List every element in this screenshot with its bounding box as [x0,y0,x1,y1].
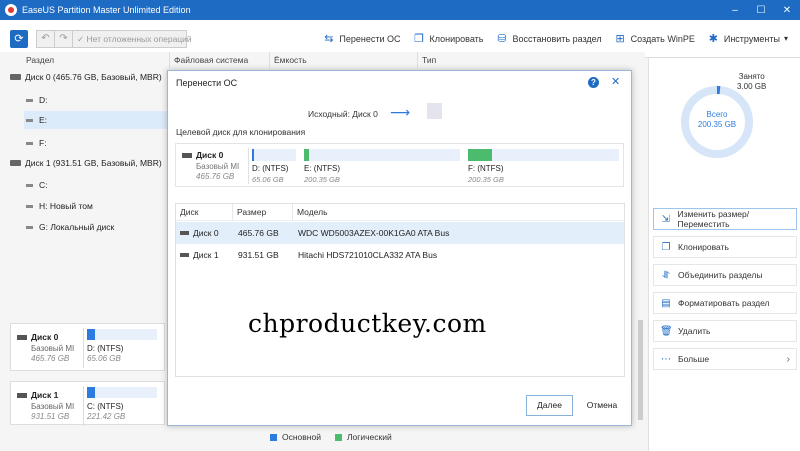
usage-bar [468,149,619,161]
delete-button[interactable]: 🗑 Удалить [653,320,797,342]
column-filesystem[interactable]: Файловая система [170,52,270,68]
partition-icon [26,141,33,145]
window-title: EaseUS Partition Master Unlimited Editio… [22,5,191,15]
legend: Основной Логический [270,432,406,442]
merge-icon: ⥯ [662,269,670,281]
format-icon: ▤ [661,297,671,309]
scrollbar[interactable] [638,320,643,420]
migrate-icon: ⇆ [324,32,334,45]
tree-partition-f[interactable]: F: [26,134,47,152]
partition-icon [26,183,33,187]
clone-partition-button[interactable]: ❐ Клонировать [653,236,797,258]
app-logo-icon [5,4,17,16]
watermark-text: chproductkey.com [248,309,487,338]
tree-partition-e[interactable]: E: [24,111,170,129]
partition-icon [26,225,33,229]
chevron-down-icon: ▾ [783,34,788,43]
undo-redo-group: ↶ ↷ ✓ Нет отложенных операций [36,29,192,48]
partition-icon [26,98,33,102]
tree-disk-1[interactable]: Диск 1 (931.51 GB, Базовый, MBR) [10,154,162,172]
target-partition-f: F: (NTFS) 200.35 GB [468,149,619,185]
redo-button[interactable]: ↷ [55,30,73,47]
right-panel: Занято 3.00 GB Всего 200.35 GB ⇲ Изменить… [648,58,800,451]
tools-icon: ✱ [708,32,718,45]
usage-bar [304,149,460,161]
clone-icon: ❐ [414,32,424,45]
disk-selection-table: Диск Размер Модель Диск 0 465.76 GB WDC … [175,203,625,377]
disk-map-disk-0[interactable]: Диск 0 Базовый MI 465.76 GB D: (NTFS) 65… [10,323,165,371]
column-type[interactable]: Тип [418,52,645,68]
total-space-info: Всего 200.35 GB [697,110,737,129]
next-button[interactable]: Далее [526,395,573,416]
dialog-title: Перенести ОС [176,78,238,88]
clone-button[interactable]: ❐ Клонировать [413,32,483,45]
disk-icon [180,253,189,257]
refresh-button[interactable]: ⟳ [10,29,28,48]
partition-icon [26,204,33,208]
migrate-os-button[interactable]: ⇆ Перенести ОС [322,33,400,45]
target-disk-label: Целевой диск для клонирования [176,127,306,137]
tools-menu-button[interactable]: ✱ Инструменты ▾ [707,33,788,45]
disk-icon [182,153,192,158]
column-disk[interactable]: Диск [176,204,233,221]
disk-icon [10,160,21,166]
primary-swatch [270,433,277,441]
source-disk-label: Исходный: Диск 0 [308,109,378,119]
column-partition[interactable]: Раздел [0,52,170,68]
cancel-button[interactable]: Отмена [579,395,625,416]
usage-bar [87,329,157,340]
table-row[interactable]: Диск 1 931.51 GB Hitachi HDS721010CLA332… [176,244,624,266]
close-window-button[interactable]: ✕ [774,5,800,16]
legend-logical: Логический [334,432,392,442]
more-button[interactable]: ⋯ Больше › [653,348,797,370]
maximize-button[interactable]: ☐ [748,5,774,16]
target-partition-d: D: (NTFS) 65.06 GB [252,149,296,185]
more-icon: ⋯ [661,353,671,365]
column-size[interactable]: Размер [233,204,293,221]
usage-bar [87,387,157,398]
dialog-close-button[interactable]: ✕ [611,75,620,88]
tree-disk-0[interactable]: Диск 0 (465.76 GB, Базовый, MBR) [10,68,162,86]
format-partition-button[interactable]: ▤ Форматировать раздел [653,292,797,314]
disk-map-disk-1[interactable]: Диск 1 Базовый MI 931.51 GB C: (NTFS) 22… [10,381,165,426]
target-disk-map: Диск 0 Базовый MI 465.76 GB D: (NTFS) 65… [175,143,624,187]
target-placeholder [427,103,442,119]
partition-columns-header: Раздел Файловая система Ёмкость Тип [0,52,645,68]
create-winpe-button[interactable]: ⊞ Создать WinPE [614,33,695,45]
logical-swatch [334,433,342,441]
chevron-right-icon: › [786,353,790,365]
trash-icon: 🗑 [660,325,673,337]
usage-bar [252,149,296,161]
resize-icon: ⇲ [661,213,670,225]
legend-primary: Основной [270,432,321,442]
restore-partition-button[interactable]: ⛁ Восстановить раздел [495,33,601,45]
help-icon[interactable]: ? [588,77,599,88]
column-capacity[interactable]: Ёмкость [270,52,418,68]
arrow-right-icon: ⟶ [390,104,411,120]
resize-move-button[interactable]: ⇲ Изменить размер/Переместить [653,208,797,230]
partition-icon [26,118,33,122]
pending-operations-button[interactable]: ✓ Нет отложенных операций [73,31,192,47]
clone-icon: ❐ [661,241,671,253]
column-model[interactable]: Модель [293,204,624,221]
disk-icon [10,74,21,80]
tree-partition-c[interactable]: C: [26,176,48,194]
tree-partition-g[interactable]: G: Локальный диск [26,218,114,236]
table-header: Диск Размер Модель [176,204,624,221]
tree-partition-d[interactable]: D: [26,91,48,109]
restore-icon: ⛁ [497,32,507,45]
disk-icon [180,231,189,235]
table-row[interactable]: Диск 0 465.76 GB WDC WD5003AZEX-00K1GA0 … [176,222,624,244]
migrate-os-dialog: Перенести ОС ? ✕ Исходный: Диск 0 ⟶ Целе… [167,70,632,426]
disk-usage-donut: Всего 200.35 GB [679,84,755,160]
disk-icon [17,393,27,398]
title-bar: EaseUS Partition Master Unlimited Editio… [0,0,800,20]
minimize-button[interactable]: – [722,5,748,16]
windows-icon: ⊞ [615,32,625,45]
undo-button[interactable]: ↶ [37,30,55,47]
disk-icon [17,335,27,340]
tree-partition-h[interactable]: H: Новый том [26,197,93,215]
target-partition-e: E: (NTFS) 200.35 GB [304,149,460,185]
merge-partitions-button[interactable]: ⥯ Объединить разделы [653,264,797,286]
